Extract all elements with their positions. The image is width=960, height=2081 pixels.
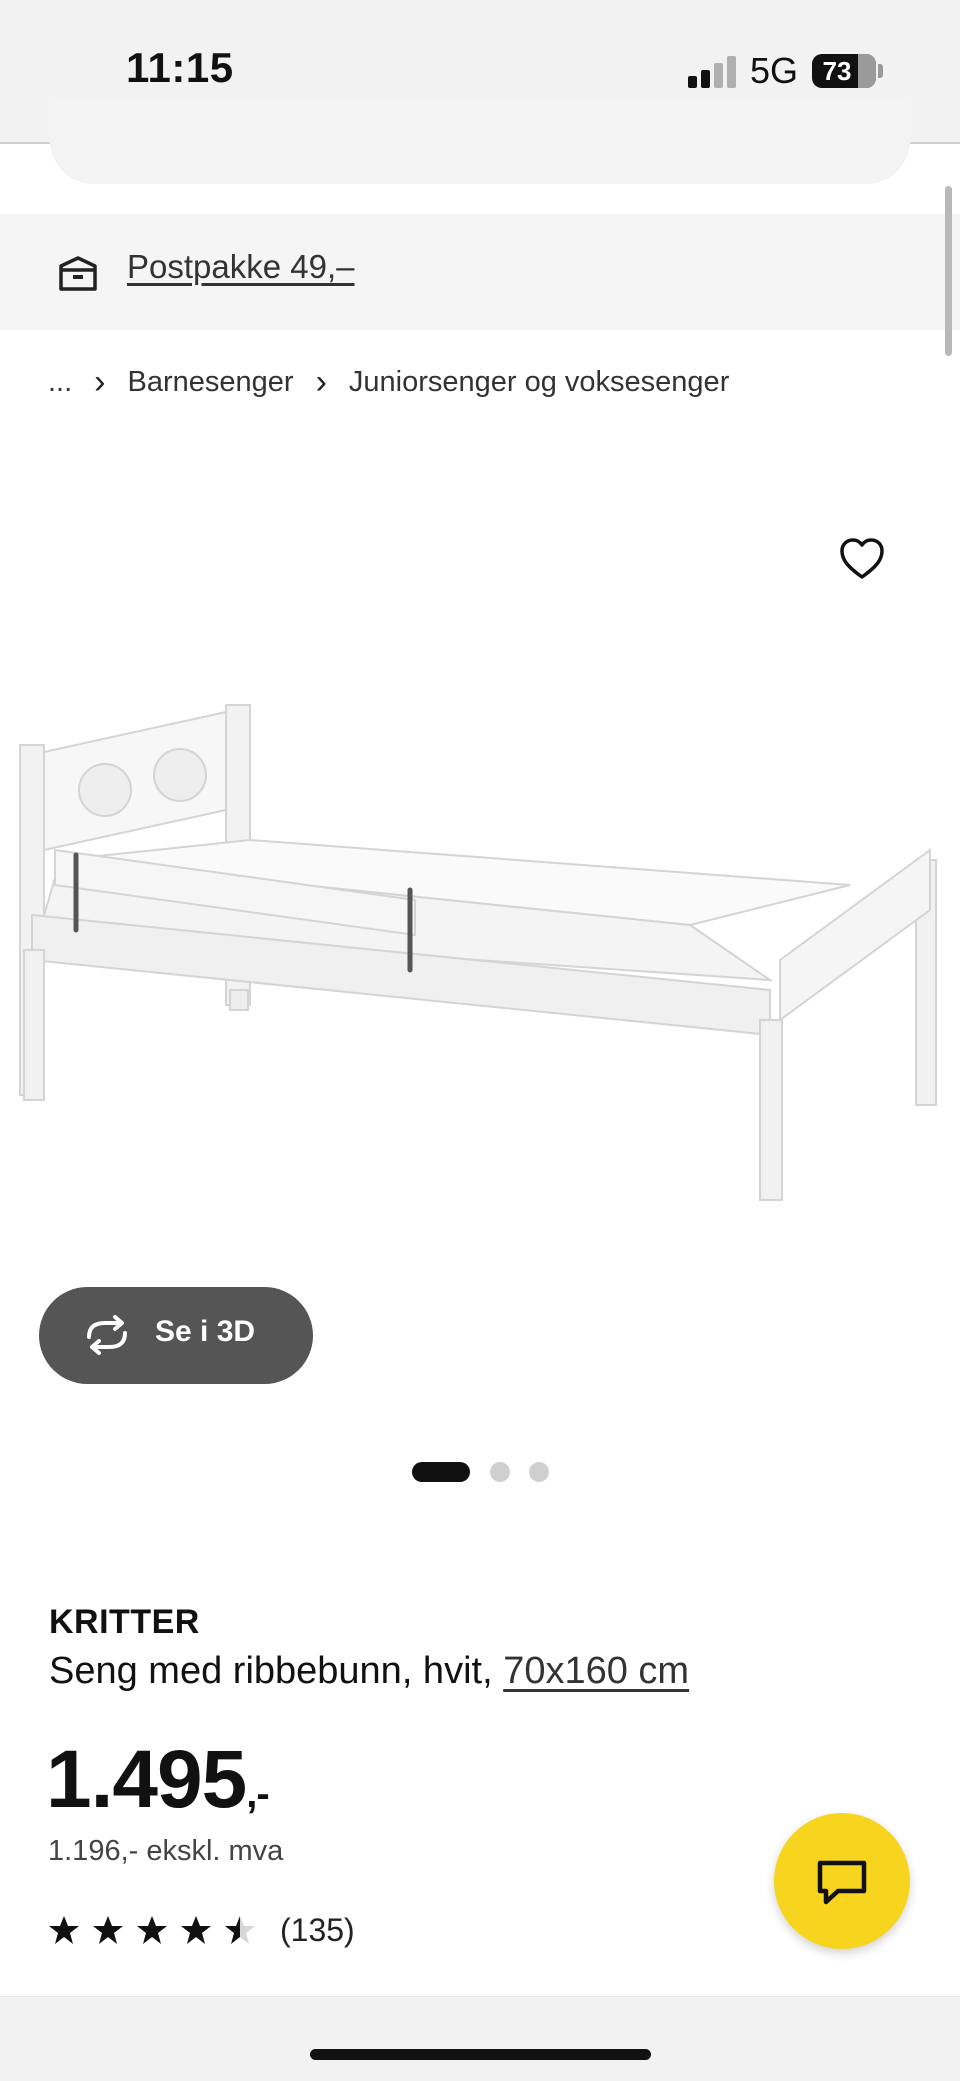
- status-time: 11:15: [126, 44, 234, 91]
- carousel-dot-2[interactable]: [490, 1462, 510, 1482]
- battery-nub: [878, 64, 883, 78]
- chat-button[interactable]: [774, 1813, 910, 1949]
- box-icon: [59, 256, 97, 291]
- product-rating[interactable]: (135): [48, 1910, 355, 1950]
- delivery-price-link[interactable]: Postpakke 49,–: [127, 248, 355, 286]
- rating-stars: [48, 1910, 258, 1950]
- delivery-strip: Postpakke 49,–: [0, 214, 960, 330]
- chevron-right-icon: ›: [315, 362, 327, 401]
- bed-illustration: [19, 704, 937, 1201]
- view-in-3d-button[interactable]: Se i 3D: [39, 1287, 313, 1384]
- product-name: KRITTER: [49, 1603, 200, 1641]
- breadcrumb: ... › Barnesenger › Juniorsenger og voks…: [48, 362, 729, 402]
- battery-icon: 73: [812, 54, 876, 88]
- star-half-icon: [225, 1916, 255, 1944]
- scrollbar[interactable]: [945, 186, 952, 356]
- price-amount: 1.495: [46, 1734, 247, 1825]
- battery-level: 73: [822, 56, 852, 86]
- carousel-indicator: [412, 1462, 552, 1482]
- product-price: 1.495,-: [46, 1734, 270, 1839]
- product-size-link[interactable]: 70x160 cm: [503, 1650, 689, 1692]
- view-in-3d-label: Se i 3D: [155, 1315, 256, 1348]
- star-full-icon: [93, 1916, 123, 1944]
- carousel-dot-3[interactable]: [529, 1462, 549, 1482]
- breadcrumb-item-barnesenger[interactable]: Barnesenger: [128, 366, 294, 399]
- star-full-icon: [181, 1916, 211, 1944]
- star-full-icon: [49, 1916, 79, 1944]
- review-count[interactable]: (135): [280, 1912, 355, 1949]
- product-image[interactable]: [0, 690, 960, 1230]
- home-indicator[interactable]: [310, 2049, 651, 2060]
- product-description: Seng med ribbebunn, hvit, 70x160 cm: [49, 1650, 689, 1693]
- chat-bubble-icon: [817, 1860, 867, 1905]
- star-full-icon: [137, 1916, 167, 1944]
- breadcrumb-item-juniorsenger[interactable]: Juniorsenger og voksesenger: [349, 366, 729, 399]
- bottom-bar: [0, 1996, 960, 2081]
- cellular-signal-icon: [688, 56, 738, 88]
- price-excl-vat: 1.196,- ekskl. mva: [48, 1835, 284, 1867]
- chevron-right-icon: ›: [94, 362, 106, 401]
- search-bar[interactable]: [50, 100, 910, 184]
- heart-icon[interactable]: [838, 535, 886, 583]
- network-type: 5G: [750, 50, 799, 91]
- rotate-arrows-icon: [87, 1315, 127, 1355]
- product-description-text: Seng med ribbebunn, hvit,: [49, 1650, 504, 1692]
- price-suffix: ,-: [246, 1772, 269, 1816]
- carousel-dot-1[interactable]: [412, 1462, 470, 1482]
- breadcrumb-ellipsis[interactable]: ...: [48, 366, 72, 399]
